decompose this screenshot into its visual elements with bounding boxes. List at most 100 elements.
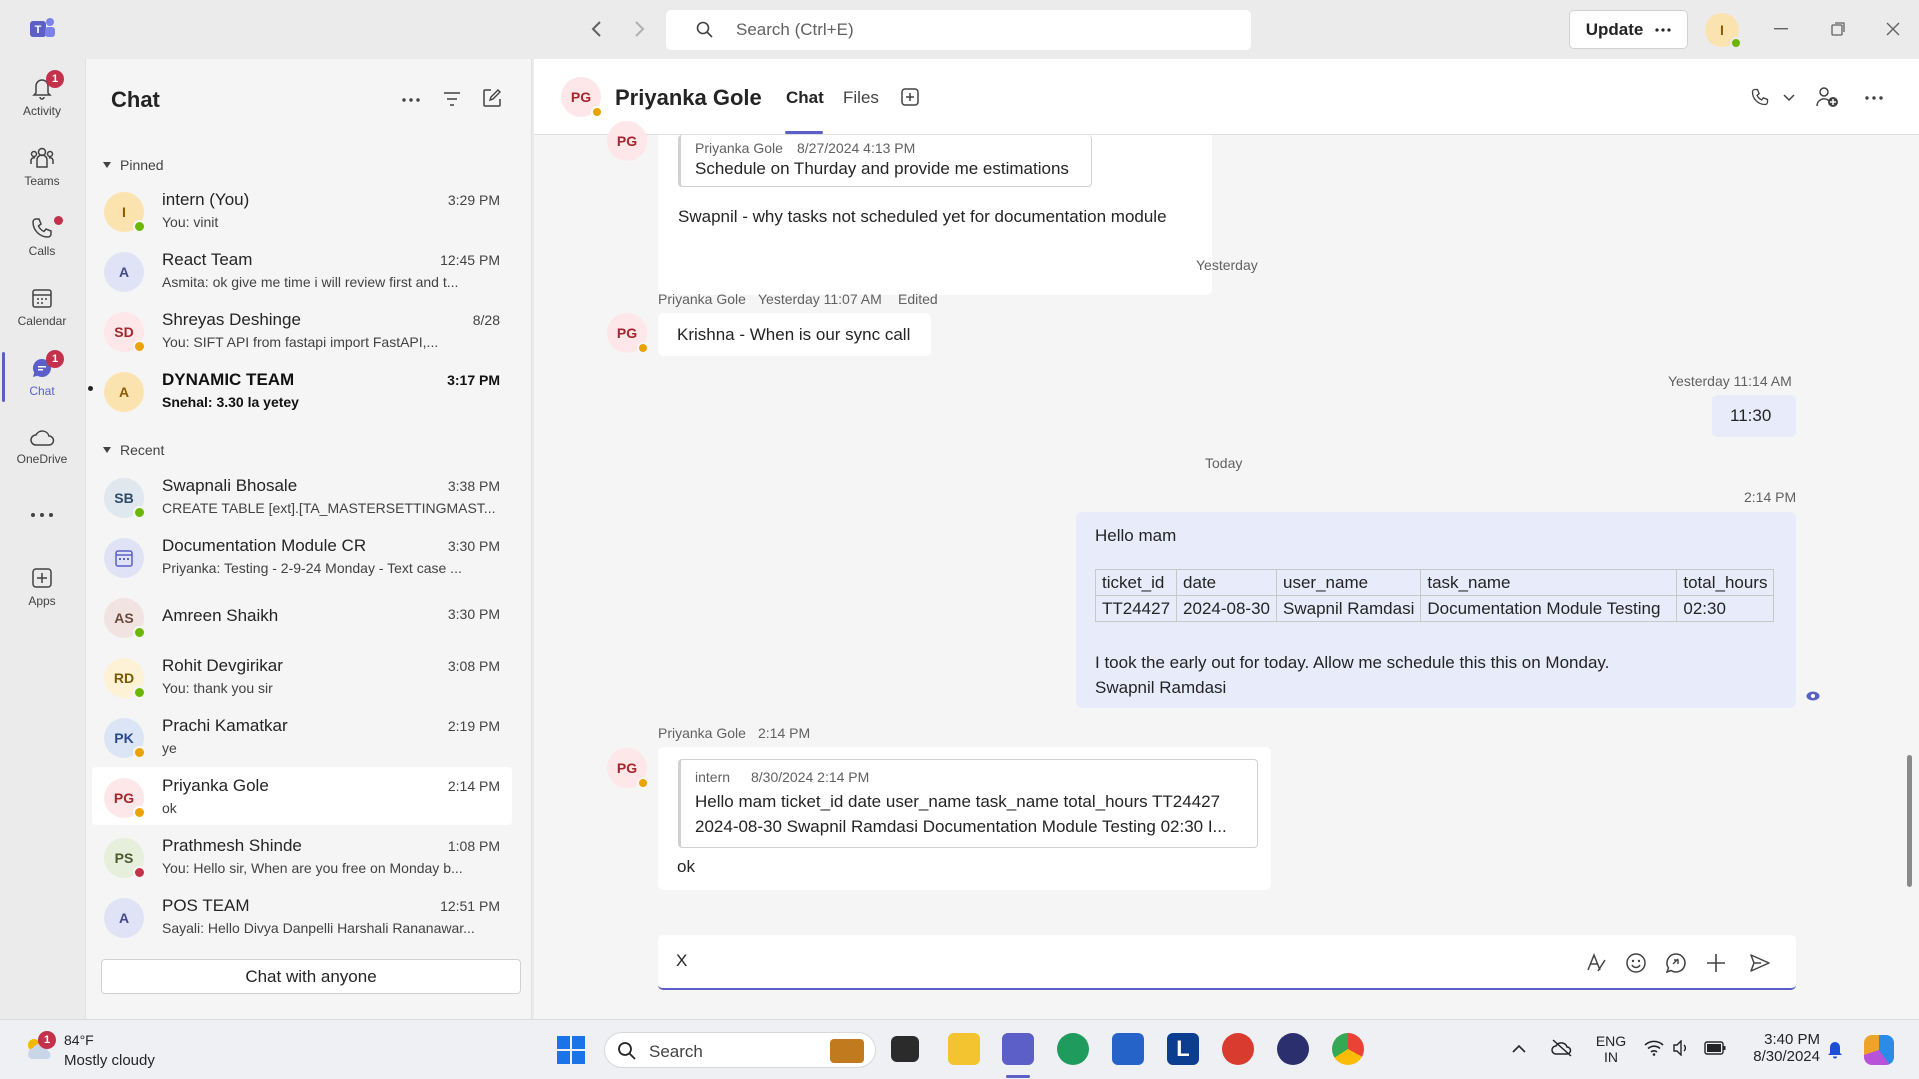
weather-icon[interactable]: 1 bbox=[22, 1031, 56, 1063]
teams-logo-icon[interactable]: T bbox=[28, 16, 56, 42]
pinned-section-toggle[interactable]: Pinned bbox=[102, 157, 164, 173]
chat-item-prachi[interactable]: PK Prachi Kamatkar ye 2:19 PM bbox=[92, 707, 512, 765]
clock[interactable]: 3:40 PM 8/30/2024 bbox=[1748, 1031, 1820, 1065]
chrome-icon[interactable] bbox=[1332, 1033, 1364, 1065]
my-message-bubble[interactable]: 11:30 bbox=[1712, 395, 1796, 437]
more-apps-button[interactable] bbox=[0, 482, 84, 548]
rail-item-teams[interactable]: Teams bbox=[0, 134, 84, 200]
send-icon[interactable] bbox=[1749, 952, 1771, 974]
new-chat-icon[interactable] bbox=[482, 88, 502, 108]
quoted-reply[interactable]: Priyanka Gole 8/27/2024 4:13 PM Schedule… bbox=[678, 135, 1092, 187]
scrollbar-thumb[interactable] bbox=[1907, 755, 1912, 887]
conversation-pane: PG Priyanka Gole Chat Files PG Priyanka … bbox=[534, 59, 1919, 1019]
sender-avatar: PG bbox=[607, 313, 649, 354]
presence-available-icon bbox=[133, 506, 146, 519]
back-arrow-icon[interactable] bbox=[590, 19, 604, 39]
add-people-icon[interactable] bbox=[1815, 86, 1839, 108]
my-message-bubble[interactable]: Hello mam ticket_id date user_name task_… bbox=[1076, 512, 1796, 708]
taskbar-search[interactable]: Search bbox=[604, 1032, 876, 1068]
forward-arrow-icon[interactable] bbox=[632, 19, 646, 39]
chat-item-priyanka[interactable]: PG Priyanka Gole ok 2:14 PM bbox=[92, 767, 512, 825]
recent-section-toggle[interactable]: Recent bbox=[102, 442, 164, 458]
teams-taskbar-icon[interactable] bbox=[1002, 1033, 1034, 1065]
chat-item-pos-team[interactable]: A POS TEAM Sayali: Hello Divya Danpelli … bbox=[92, 887, 512, 945]
rail-item-chat[interactable]: Chat 1 bbox=[0, 344, 84, 410]
rail-item-onedrive[interactable]: OneDrive bbox=[0, 414, 84, 480]
filter-icon[interactable] bbox=[442, 90, 462, 108]
chat-preview: Asmita: ok give me time i will review fi… bbox=[162, 274, 459, 290]
notification-bell-icon[interactable] bbox=[1826, 1039, 1844, 1059]
eclipse-icon[interactable] bbox=[1277, 1033, 1309, 1065]
chat-item-react-team[interactable]: A React Team Asmita: ok give me time i w… bbox=[92, 241, 512, 299]
more-icon bbox=[1655, 27, 1671, 32]
chat-item-intern[interactable]: I intern (You) You: vinit 3:29 PM bbox=[92, 181, 512, 239]
compose-input-text[interactable]: X bbox=[676, 951, 687, 971]
windows-start-icon[interactable] bbox=[556, 1035, 586, 1065]
copilot-icon[interactable] bbox=[1864, 1035, 1894, 1065]
close-icon[interactable] bbox=[1886, 22, 1900, 36]
minimize-icon[interactable] bbox=[1774, 28, 1788, 30]
battery-icon[interactable] bbox=[1704, 1041, 1726, 1055]
emoji-icon[interactable] bbox=[1625, 952, 1647, 974]
date-divider: Today bbox=[1205, 455, 1243, 471]
file-explorer-icon[interactable] bbox=[948, 1033, 980, 1065]
call-icon[interactable] bbox=[1750, 87, 1770, 107]
update-button[interactable]: Update bbox=[1569, 10, 1688, 49]
chat-item-shreyas[interactable]: SD Shreyas Deshinge You: SIFT API from f… bbox=[92, 301, 512, 359]
avatar: SD bbox=[104, 312, 146, 353]
clock-date: 8/30/2024 bbox=[1753, 1048, 1820, 1065]
chat-name: Rohit Devgirikar bbox=[162, 656, 283, 675]
table-cell: 2024-08-30 bbox=[1176, 595, 1278, 622]
chat-item-dynamic-team[interactable]: A DYNAMIC TEAM Snehal: 3.30 la yetey 3:1… bbox=[88, 361, 512, 419]
chevron-up-icon[interactable] bbox=[1512, 1044, 1526, 1053]
rail-item-calendar[interactable]: Calendar bbox=[0, 274, 84, 340]
add-icon[interactable] bbox=[1705, 952, 1727, 974]
chat-item-rohit[interactable]: RD Rohit Devgirikar You: thank you sir 3… bbox=[92, 647, 512, 705]
wps-office-icon[interactable] bbox=[1222, 1033, 1254, 1065]
add-tab-icon[interactable] bbox=[900, 87, 920, 107]
conversation-title: Priyanka Gole bbox=[615, 85, 762, 110]
l-app-icon[interactable]: L bbox=[1167, 1033, 1199, 1065]
message-compose-box[interactable]: X bbox=[658, 935, 1796, 990]
message-bubble[interactable]: intern 8/30/2024 2:14 PM Hello mam ticke… bbox=[658, 747, 1271, 890]
user-avatar[interactable]: I bbox=[1705, 13, 1742, 49]
store-icon[interactable] bbox=[1112, 1033, 1144, 1065]
chevron-down-icon[interactable] bbox=[1783, 94, 1795, 102]
chat-preview: You: Hello sir, When are you free on Mon… bbox=[162, 860, 463, 876]
meeting-avatar bbox=[104, 538, 144, 578]
chat-with-anyone-button[interactable]: Chat with anyone bbox=[101, 959, 521, 994]
edge-icon[interactable] bbox=[1057, 1033, 1089, 1065]
rail-item-activity[interactable]: Activity 1 bbox=[0, 64, 84, 130]
more-options-icon[interactable] bbox=[402, 98, 420, 102]
message-bubble[interactable]: Krishna - When is our sync call bbox=[658, 313, 931, 356]
tab-files[interactable]: Files bbox=[843, 88, 879, 108]
sender-name: Priyanka Gole bbox=[658, 725, 746, 741]
presence-away-icon bbox=[133, 746, 146, 759]
caret-down-icon bbox=[102, 161, 112, 169]
loop-icon[interactable] bbox=[1665, 952, 1687, 974]
meeting-calendar-icon bbox=[114, 548, 134, 568]
restore-icon[interactable] bbox=[1831, 22, 1845, 36]
chat-item-documentation-module[interactable]: Documentation Module CR Priyanka: Testin… bbox=[92, 527, 512, 585]
language-indicator[interactable]: ENG IN bbox=[1594, 1033, 1628, 1065]
onedrive-offline-icon[interactable] bbox=[1550, 1038, 1574, 1058]
table-cell: TT24427 bbox=[1094, 595, 1178, 622]
chat-item-amreen[interactable]: AS Amreen Shaikh 3:30 PM bbox=[92, 587, 512, 645]
search-input[interactable]: Search (Ctrl+E) bbox=[666, 10, 1251, 50]
clock-time: 3:40 PM bbox=[1764, 1031, 1820, 1048]
rail-label: Activity bbox=[22, 104, 61, 118]
date-divider: Yesterday bbox=[1196, 257, 1258, 273]
format-icon[interactable] bbox=[1585, 952, 1607, 974]
chat-item-prathmesh[interactable]: PS Prathmesh Shinde You: Hello sir, When… bbox=[92, 827, 512, 885]
more-options-icon[interactable] bbox=[1865, 96, 1883, 100]
task-view-icon[interactable] bbox=[891, 1036, 919, 1062]
chat-item-swapnali[interactable]: SB Swapnali Bhosale CREATE TABLE [ext].[… bbox=[92, 467, 512, 525]
rail-item-apps[interactable]: Apps bbox=[0, 554, 84, 620]
rail-item-calls[interactable]: Calls bbox=[0, 204, 84, 270]
quoted-reply[interactable]: intern 8/30/2024 2:14 PM Hello mam ticke… bbox=[678, 759, 1258, 848]
wifi-icon[interactable] bbox=[1644, 1040, 1664, 1056]
header-avatar[interactable]: PG bbox=[561, 77, 603, 118]
presence-away-icon bbox=[637, 342, 649, 354]
volume-icon[interactable] bbox=[1672, 1040, 1690, 1056]
tab-chat[interactable]: Chat bbox=[786, 88, 824, 108]
